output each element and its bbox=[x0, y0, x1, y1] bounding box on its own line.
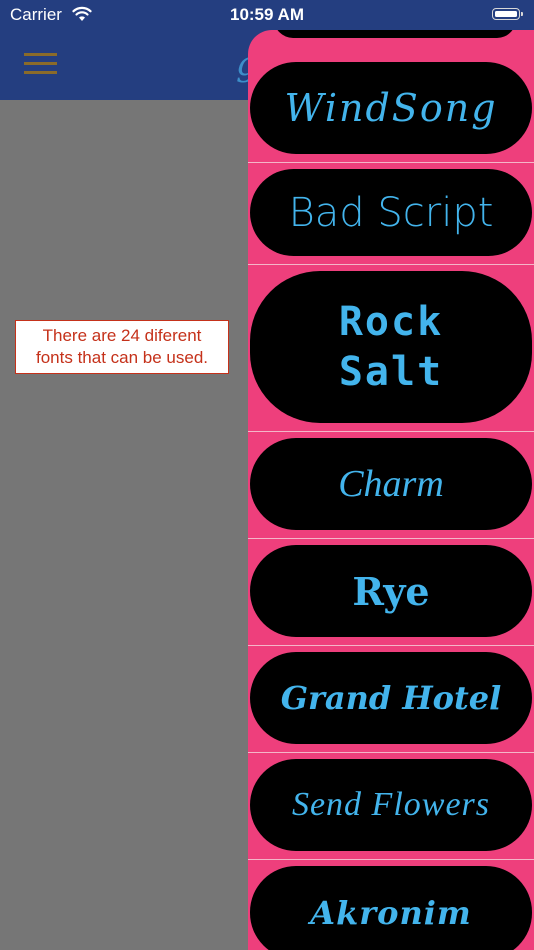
font-row-rye: Rye bbox=[248, 539, 534, 646]
status-time: 10:59 AM bbox=[229, 5, 304, 24]
font-row-send-flowers: Send Flowers bbox=[248, 753, 534, 860]
font-option-send-flowers[interactable]: Send Flowers bbox=[250, 759, 532, 851]
font-label: Akronim bbox=[310, 893, 472, 932]
font-option-grand-hotel[interactable]: Grand Hotel bbox=[250, 652, 532, 744]
info-message: There are 24 diferent fonts that can be … bbox=[15, 320, 229, 374]
font-option-akronim[interactable]: Akronim bbox=[250, 866, 532, 950]
font-row-akronim: Akronim bbox=[248, 860, 534, 950]
font-option-charm[interactable]: Charm bbox=[250, 438, 532, 530]
font-row-bad-script: Bad Script bbox=[248, 163, 534, 265]
status-bar: Carrier 10:59 AM bbox=[0, 0, 534, 30]
info-line-2: fonts that can be used. bbox=[35, 348, 208, 367]
font-label-line-2: Salt bbox=[338, 349, 444, 395]
info-line-1: There are 24 diferent bbox=[42, 326, 202, 345]
font-label: Charm bbox=[338, 463, 444, 505]
font-label: Send Flowers bbox=[291, 786, 491, 823]
font-row-rock-salt: Rock Salt bbox=[248, 265, 534, 432]
font-label-line-1: Rock bbox=[338, 299, 444, 345]
font-row-windsong: WindSong bbox=[248, 56, 534, 163]
font-drawer: WindSong Bad Script Rock Salt Charm Rye … bbox=[248, 30, 534, 950]
font-option-windsong[interactable]: WindSong bbox=[250, 62, 532, 154]
font-option-bad-script[interactable]: Bad Script bbox=[250, 169, 532, 256]
hamburger-menu-icon[interactable] bbox=[24, 53, 57, 75]
font-label: Grand Hotel bbox=[280, 679, 502, 717]
font-label: WindSong bbox=[284, 86, 498, 130]
battery-icon bbox=[492, 8, 523, 20]
font-option-partial[interactable] bbox=[274, 30, 516, 38]
font-option-rock-salt[interactable]: Rock Salt bbox=[250, 271, 532, 423]
font-label: Bad Script bbox=[288, 189, 494, 236]
font-row-charm: Charm bbox=[248, 432, 534, 539]
font-option-rye[interactable]: Rye bbox=[250, 545, 532, 637]
font-label: Rye bbox=[352, 568, 430, 614]
font-row-grand-hotel: Grand Hotel bbox=[248, 646, 534, 753]
font-label: Rock Salt bbox=[339, 297, 443, 397]
